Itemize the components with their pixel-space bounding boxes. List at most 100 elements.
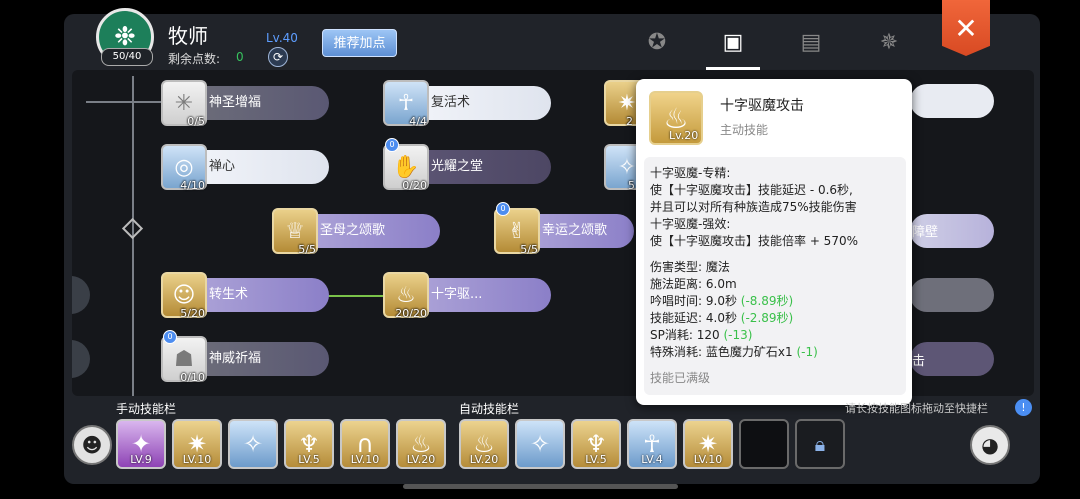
stat-reduction: (-13)	[723, 328, 753, 342]
stat-label: 特殊消耗:	[650, 345, 703, 359]
tooltip-line: 并且可以对所有种族造成75%技能伤害	[650, 200, 857, 214]
auto-slot[interactable]: ✷ LV.10	[683, 419, 733, 469]
skill-level: 20/20	[395, 307, 427, 320]
skill-name: 转生术	[209, 287, 249, 302]
stat-label: 吟唱时间:	[650, 294, 703, 308]
manual-slot[interactable]: ✷ LV.10	[172, 419, 222, 469]
skill-name: 十字驱...	[431, 287, 483, 302]
upgrade-badge-icon: 0	[496, 202, 510, 216]
tooltip-title: 十字驱魔攻击	[720, 98, 804, 114]
toggle-auto-button[interactable]: ◕	[970, 425, 1010, 465]
stat-value: 4.0秒	[705, 311, 737, 325]
slot-level: LV.20	[406, 453, 436, 466]
skill-book-icon[interactable]: ▣	[716, 28, 750, 58]
stat-value: 120	[696, 328, 720, 342]
tooltip-level: Lv.20	[669, 129, 699, 142]
auto-bar-label: 自动技能栏	[459, 402, 520, 416]
lock-icon: 🔒︎	[814, 432, 826, 456]
slot-level: LV.10	[350, 453, 380, 466]
skill-node[interactable]: 圣母之颂歌 ♕ 5/5	[272, 208, 440, 256]
slot-level: LV.10	[693, 453, 723, 466]
tooltip-line: 十字驱魔-强效:	[650, 217, 731, 231]
slot-level: LV.5	[298, 453, 320, 466]
skill-level: 0/5	[187, 115, 205, 128]
manual-slot[interactable]: ✦ LV.9	[116, 419, 166, 469]
skill-node[interactable]: 光耀之堂 ✋ 0 0/20	[383, 138, 551, 192]
tooltip-line: 使【十字驱魔攻击】技能延迟 - 0.6秒,	[650, 183, 853, 197]
manual-slot[interactable]: ♆ LV.5	[284, 419, 334, 469]
skill-node[interactable]: 禅心 ◎ 4/10	[161, 144, 329, 192]
manual-slot[interactable]: ♨ LV.20	[396, 419, 446, 469]
blue-ring-icon: ✧	[529, 430, 551, 458]
stat-label: 伤害类型:	[650, 260, 703, 274]
tree-connector	[328, 295, 386, 297]
recommend-points-button[interactable]: 推荐加点	[322, 29, 397, 57]
skill-name: 禅心	[209, 159, 236, 174]
auto-slot[interactable]: ♆ LV.5	[571, 419, 621, 469]
manual-bar-label: 手动技能栏	[116, 402, 177, 416]
slot-level: LV.20	[469, 453, 499, 466]
manual-slot[interactable]: ∩ LV.10	[340, 419, 390, 469]
tooltip-line: 十字驱魔-专精:	[650, 166, 731, 180]
tree-diamond-ornament	[121, 217, 144, 240]
skill-node[interactable]: 神威祈福 ☗ 0 0/10	[161, 330, 329, 384]
auto-slot[interactable]: ☥ LV.4	[627, 419, 677, 469]
close-icon[interactable]: ✕	[942, 0, 990, 56]
skill-name: 神威祈福	[209, 351, 262, 366]
auto-slot-locked[interactable]: 🔒︎	[795, 419, 845, 469]
skill-name: 幸运之颂歌	[542, 223, 608, 238]
auto-slot[interactable]: ✧	[515, 419, 565, 469]
stat-row: 施法距离: 6.0m	[650, 276, 737, 292]
stat-value: 魔法	[705, 260, 730, 274]
stat-label: SP消耗:	[650, 328, 693, 342]
skill-name: 圣母之颂歌	[320, 223, 386, 238]
avatar-count: 50/40	[101, 48, 153, 66]
toggle-manual-button[interactable]: ☻	[72, 425, 112, 465]
stat-reduction: (-2.89秒)	[740, 311, 794, 325]
slot-level: LV.4	[641, 453, 663, 466]
stat-label: 施法距离:	[650, 277, 703, 291]
skill-name-partial: 障壁	[912, 225, 939, 240]
skill-node[interactable]: 转生术 ☺ 5/20	[161, 272, 329, 320]
character-star-icon[interactable]: ✪	[640, 28, 674, 58]
skill-level: 4/10	[180, 179, 205, 192]
skill-name: 光耀之堂	[431, 159, 484, 174]
tooltip-body: 十字驱魔-专精: 使【十字驱魔攻击】技能延迟 - 0.6秒, 并且可以对所有种族…	[644, 157, 906, 395]
skill-level: 0/10	[180, 371, 205, 384]
info-icon[interactable]: !	[1015, 399, 1032, 416]
stat-value: 6.0m	[705, 277, 737, 291]
slot-level: LV.10	[182, 453, 212, 466]
class-name: 牧师	[168, 24, 208, 48]
skill-node[interactable]: 幸运之颂歌 ✌ 0 5/5	[494, 202, 634, 256]
upgrade-badge-icon: 0	[385, 138, 399, 152]
stat-row: 技能延迟: 4.0秒 (-2.89秒)	[650, 310, 793, 326]
skill-node[interactable]: 神圣增福 ✳ 0/5	[161, 80, 329, 128]
skill-level: 5/5	[298, 243, 316, 256]
skill-pill-partial[interactable]	[910, 84, 994, 118]
stat-reduction: (-8.89秒)	[740, 294, 794, 308]
stat-row: 伤害类型: 魔法	[650, 259, 730, 275]
stat-row: 特殊消耗: 蓝色魔力矿石x1 (-1)	[650, 344, 818, 360]
auto-slot-empty[interactable]	[739, 419, 789, 469]
scrollbar[interactable]	[403, 484, 678, 489]
stat-reduction: (-1)	[796, 345, 818, 359]
stat-label: 技能延迟:	[650, 311, 703, 325]
bookmark-book-icon[interactable]: ▤	[794, 28, 828, 58]
skill-node[interactable]: 复活术 ☥ 4/4	[383, 80, 551, 128]
tree-connector	[86, 101, 166, 103]
upgrade-badge-icon: 0	[163, 330, 177, 344]
skill-name: 神圣增福	[209, 95, 262, 110]
stat-value: 9.0秒	[705, 294, 737, 308]
skill-tooltip: ♨ Lv.20 十字驱魔攻击 主动技能 十字驱魔-专精: 使【十字驱魔攻击】技能…	[636, 79, 912, 405]
refresh-icon[interactable]: ⟳	[268, 47, 288, 67]
winged-emblem-icon[interactable]: ✵	[872, 28, 906, 58]
stat-value: 蓝色魔力矿石x1	[705, 345, 793, 359]
tooltip-skill-type: 主动技能	[720, 123, 769, 137]
auto-slot[interactable]: ♨ LV.20	[459, 419, 509, 469]
skill-node[interactable]: 十字驱... ♨ 20/20	[383, 272, 551, 320]
skill-level: 5/20	[180, 307, 205, 320]
skill-pill-partial[interactable]	[910, 278, 994, 312]
manual-slot[interactable]: ✧	[228, 419, 278, 469]
points-label: 剩余点数:	[168, 52, 221, 66]
slot-level: LV.5	[585, 453, 607, 466]
